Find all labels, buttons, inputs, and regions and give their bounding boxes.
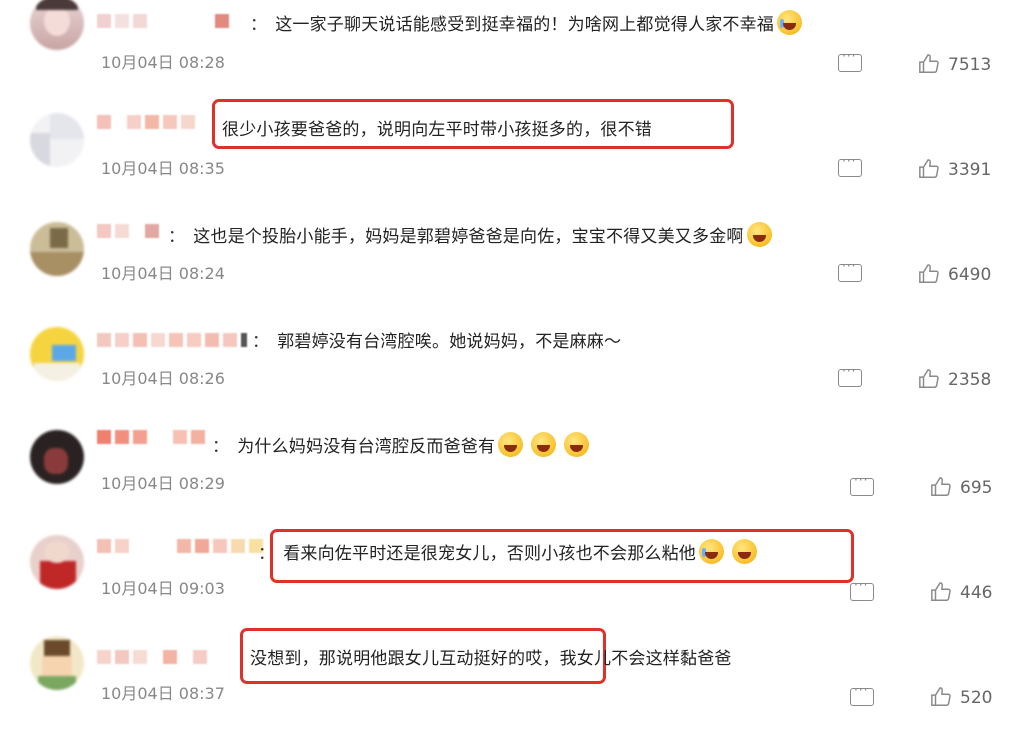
comment-timestamp: 10月04日 08:35 [101, 159, 225, 178]
avatar[interactable] [30, 222, 84, 276]
comment-icon[interactable] [850, 578, 874, 601]
comment-icon[interactable] [850, 473, 874, 496]
like-count: 6490 [948, 265, 992, 285]
avatar[interactable] [30, 535, 84, 589]
comment-icon[interactable] [850, 683, 874, 706]
praying-emoji [746, 222, 772, 247]
like-count: 446 [960, 583, 993, 603]
like-count: 695 [960, 478, 993, 498]
thumbs-up-icon[interactable] [930, 686, 952, 708]
comment-item: ：看来向佐平时还是很宠女儿，否则小孩也不会那么粘他 10月04日 09:03 4… [0, 525, 1024, 630]
comment-item: ：这一家子聊天说话能感受到挺幸福的！为啥网上都觉得人家不幸福 10月04日 08… [0, 0, 1024, 105]
comment-text: ：郭碧婷没有台湾腔唉。她说妈妈，不是麻麻～ [252, 332, 622, 352]
comment-text: 很少小孩要爸爸的，说明向左平时带小孩挺多的，很不错 [222, 120, 652, 140]
laughing-emoji [531, 432, 557, 457]
thumbs-up-icon[interactable] [930, 476, 952, 498]
thumbs-up-icon[interactable] [918, 53, 940, 75]
crying-laugh-emoji [777, 10, 803, 35]
comment-item: 没想到，那说明他跟女儿互动挺好的哎，我女儿不会这样黏爸爸 10月04日 08:3… [0, 628, 1024, 735]
avatar[interactable] [30, 0, 84, 50]
comment-timestamp: 10月04日 08:29 [101, 474, 225, 493]
avatar[interactable] [30, 636, 84, 690]
blurred-username[interactable] [97, 650, 211, 670]
blurred-username[interactable] [97, 539, 267, 559]
thumbs-up-icon[interactable] [918, 263, 940, 285]
comment-icon[interactable] [838, 49, 862, 72]
comment-timestamp: 10月04日 08:26 [101, 369, 225, 388]
comment-item: ：郭碧婷没有台湾腔唉。她说妈妈，不是麻麻～ 10月04日 08:26 2358 [0, 315, 1024, 420]
laughing-emoji [498, 432, 524, 457]
crying-laugh-emoji [699, 539, 725, 564]
comment-text: ：看来向佐平时还是很宠女儿，否则小孩也不会那么粘他 [258, 539, 758, 564]
comment-timestamp: 10月04日 09:03 [101, 579, 225, 598]
like-count: 520 [960, 688, 993, 708]
comment-text: ：为什么妈妈没有台湾腔反而爸爸有 [212, 432, 590, 457]
blurred-username[interactable] [97, 333, 251, 353]
comment-timestamp: 10月04日 08:24 [101, 264, 225, 283]
like-count: 7513 [948, 55, 992, 75]
comment-timestamp: 10月04日 08:37 [101, 684, 225, 703]
avatar[interactable] [30, 430, 84, 484]
thumbs-up-icon[interactable] [918, 158, 940, 180]
laughing-emoji [564, 432, 590, 457]
blurred-username[interactable] [97, 115, 199, 135]
blurred-username[interactable] [97, 430, 209, 450]
comment-icon[interactable] [838, 364, 862, 387]
comment-item: ：为什么妈妈没有台湾腔反而爸爸有 10月04日 08:29 695 [0, 420, 1024, 525]
comment-text: ：这也是个投胎小能手，妈妈是郭碧婷爸爸是向佐，宝宝不得又美又多金啊 [168, 222, 772, 247]
blurred-username[interactable] [97, 224, 163, 244]
laughing-emoji [732, 539, 758, 564]
comment-text: ：这一家子聊天说话能感受到挺幸福的！为啥网上都觉得人家不幸福 [250, 10, 803, 35]
comment-icon[interactable] [838, 154, 862, 177]
thumbs-up-icon[interactable] [930, 581, 952, 603]
avatar[interactable] [30, 113, 84, 167]
like-count: 3391 [948, 160, 992, 180]
thumbs-up-icon[interactable] [918, 368, 940, 390]
comment-icon[interactable] [838, 259, 862, 282]
comment-item: ：这也是个投胎小能手，妈妈是郭碧婷爸爸是向佐，宝宝不得又美又多金啊 10月04日… [0, 210, 1024, 315]
avatar[interactable] [30, 327, 84, 381]
comment-item: 很少小孩要爸爸的，说明向左平时带小孩挺多的，很不错 10月04日 08:35 3… [0, 99, 1024, 210]
comment-text: 没想到，那说明他跟女儿互动挺好的哎，我女儿不会这样黏爸爸 [250, 649, 732, 669]
blurred-username[interactable] [97, 14, 233, 34]
comment-timestamp: 10月04日 08:28 [101, 53, 225, 72]
like-count: 2358 [948, 370, 992, 390]
